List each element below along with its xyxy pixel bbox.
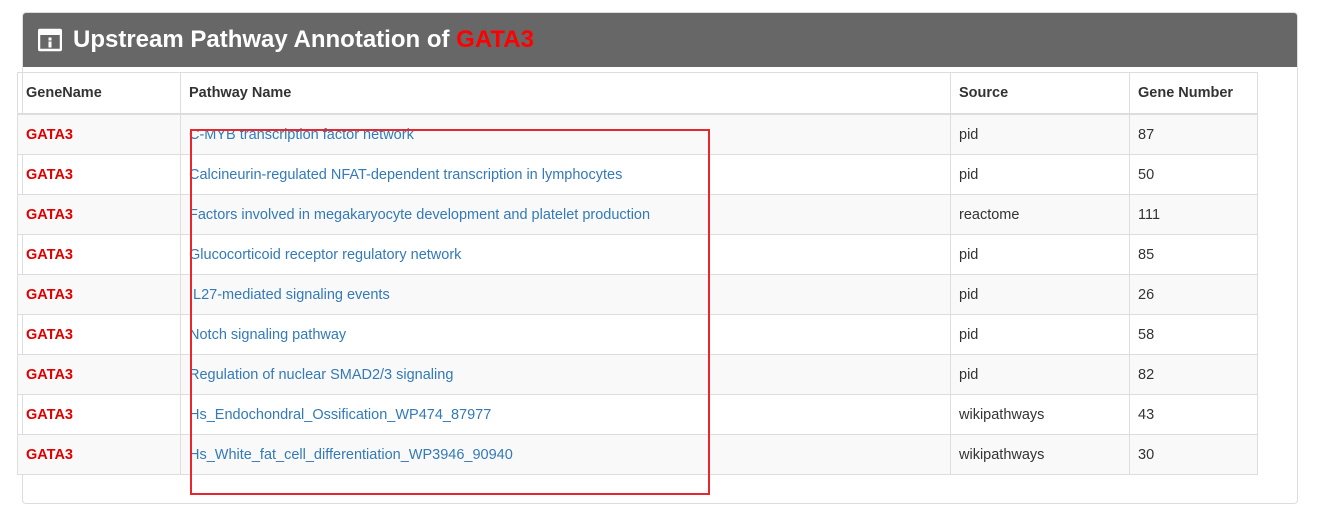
gene-number-cell: 43 <box>1129 394 1258 435</box>
gene-cell: GATA3 <box>17 234 181 275</box>
pathway-link[interactable]: IL27-mediated signaling events <box>189 287 390 303</box>
header-source: Source <box>950 72 1130 115</box>
gene-number-cell: 58 <box>1129 314 1258 355</box>
panel-heading: Upstream Pathway Annotation of GATA3 <box>23 13 1297 67</box>
pathway-link[interactable]: Glucocorticoid receptor regulatory netwo… <box>189 247 461 263</box>
table-row: GATA3 Regulation of nuclear SMAD2/3 sign… <box>17 354 1258 395</box>
header-gene-number: Gene Number <box>1129 72 1258 115</box>
source-cell: pid <box>950 314 1130 355</box>
header-genename: GeneName <box>17 72 181 115</box>
source-cell: wikipathways <box>950 394 1130 435</box>
gene-number-cell: 50 <box>1129 154 1258 195</box>
table-row: GATA3 Notch signaling pathway pid 58 <box>17 314 1258 355</box>
gene-number-cell: 82 <box>1129 354 1258 395</box>
source-cell: pid <box>950 113 1130 155</box>
header-pathway-name: Pathway Name <box>180 72 951 115</box>
gene-cell: GATA3 <box>17 113 181 155</box>
pathway-table: GeneName Pathway Name Source Gene Number… <box>17 72 1258 475</box>
gene-cell: GATA3 <box>17 194 181 235</box>
source-cell: pid <box>950 154 1130 195</box>
source-cell: reactome <box>950 194 1130 235</box>
pathway-link[interactable]: Notch signaling pathway <box>189 327 346 343</box>
source-cell: pid <box>950 354 1130 395</box>
gene-number-cell: 30 <box>1129 434 1258 475</box>
table-row: GATA3 Hs_Endochondral_Ossification_WP474… <box>17 394 1258 435</box>
gene-cell: GATA3 <box>17 274 181 315</box>
source-cell: wikipathways <box>950 434 1130 475</box>
table-header-row: GeneName Pathway Name Source Gene Number <box>17 72 1258 115</box>
panel-title-gene: GATA3 <box>456 26 534 53</box>
pathway-link[interactable]: Regulation of nuclear SMAD2/3 signaling <box>189 367 453 383</box>
source-cell: pid <box>950 234 1130 275</box>
panel-title: Upstream Pathway Annotation of GATA3 <box>73 28 534 52</box>
info-box-icon <box>38 28 62 52</box>
gene-number-cell: 87 <box>1129 113 1258 155</box>
pathway-link[interactable]: Hs_Endochondral_Ossification_WP474_87977 <box>189 407 491 423</box>
table-row: GATA3 C-MYB transcription factor network… <box>17 113 1258 155</box>
pathway-link[interactable]: Factors involved in megakaryocyte develo… <box>189 207 650 223</box>
gene-number-cell: 26 <box>1129 274 1258 315</box>
table-row: GATA3 Hs_White_fat_cell_differentiation_… <box>17 434 1258 475</box>
pathway-link[interactable]: Hs_White_fat_cell_differentiation_WP3946… <box>189 447 513 463</box>
pathway-link[interactable]: Calcineurin-regulated NFAT-dependent tra… <box>189 167 622 183</box>
gene-cell: GATA3 <box>17 354 181 395</box>
gene-number-cell: 111 <box>1129 194 1258 235</box>
table-row: GATA3 Factors involved in megakaryocyte … <box>17 194 1258 235</box>
panel-title-prefix: Upstream Pathway Annotation of <box>73 26 450 53</box>
gene-cell: GATA3 <box>17 434 181 475</box>
source-cell: pid <box>950 274 1130 315</box>
gene-cell: GATA3 <box>17 394 181 435</box>
table-row: GATA3 IL27-mediated signaling events pid… <box>17 274 1258 315</box>
pathway-link[interactable]: C-MYB transcription factor network <box>189 127 414 143</box>
table-row: GATA3 Glucocorticoid receptor regulatory… <box>17 234 1258 275</box>
gene-cell: GATA3 <box>17 314 181 355</box>
gene-number-cell: 85 <box>1129 234 1258 275</box>
gene-cell: GATA3 <box>17 154 181 195</box>
table-row: GATA3 Calcineurin-regulated NFAT-depende… <box>17 154 1258 195</box>
